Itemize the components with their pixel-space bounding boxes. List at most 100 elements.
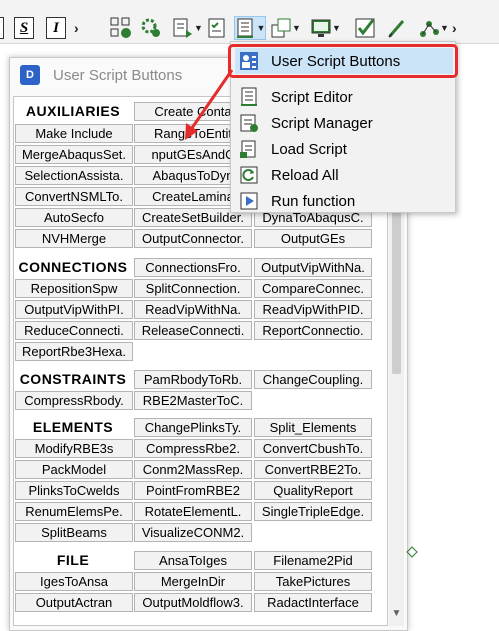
graph-nodes-icon	[418, 17, 440, 39]
menu-item-script-manager[interactable]: Script Manager	[235, 110, 453, 136]
script-list-icon	[235, 17, 257, 39]
scroll-down-icon[interactable]: ▼	[389, 608, 404, 619]
script-button[interactable]: VisualizeCONM2.	[134, 523, 252, 542]
script-button[interactable]: PlinksToCwelds	[15, 481, 133, 500]
script-button[interactable]: SplitBeams	[15, 523, 133, 542]
italic-icon: I	[46, 17, 66, 39]
overflow-chevron-left[interactable]: ›	[74, 16, 79, 40]
script-button[interactable]: ConvertNSMLTo.	[15, 187, 133, 206]
script-button[interactable]: OutputVipWithNa.	[254, 258, 372, 277]
script-editor-icon	[239, 87, 259, 107]
menu-item-label: Reload All	[271, 166, 339, 184]
script-button[interactable]: OutputVipWithPI.	[15, 300, 133, 319]
script-button[interactable]: PamRbodyToRb.	[134, 370, 252, 389]
script-button[interactable]: SelectionAssista.	[15, 166, 133, 185]
script-button[interactable]: MergeAbaqusSet.	[15, 145, 133, 164]
menu-item-label: Run function	[271, 192, 356, 210]
script-button[interactable]: OutputConnector.	[134, 229, 252, 248]
script-button[interactable]: Split_Elements	[254, 418, 372, 437]
chevron-down-icon[interactable]: ▼	[194, 23, 203, 33]
script-button[interactable]: TakePictures	[254, 572, 372, 591]
script-button[interactable]: OutputGEs	[254, 229, 372, 248]
script-button[interactable]: Filename2Pid	[254, 551, 372, 570]
script-button[interactable]: MergeInDir	[134, 572, 252, 591]
section-header-file: FILE	[56, 552, 90, 568]
overflow-chevron-icon: ›	[74, 20, 79, 36]
script-button[interactable]: RotateElementL.	[134, 502, 252, 521]
highlight-annotation-box	[228, 44, 458, 78]
script-button[interactable]: ConnectionsFro.	[134, 258, 252, 277]
script-button[interactable]: ConvertRBE2To.	[254, 460, 372, 479]
script-button[interactable]: RadactInterface	[254, 593, 372, 612]
chevron-down-icon[interactable]: ▼	[292, 23, 301, 33]
strikethrough-format-button[interactable]: S	[14, 16, 34, 40]
menu-item-load-script[interactable]: Load Script	[235, 136, 453, 162]
window-stack-button[interactable]: ▼	[270, 16, 301, 40]
app-logo-icon: D	[20, 65, 40, 85]
script-button[interactable]: NVHMerge	[15, 229, 133, 248]
script-button[interactable]: RBE2MasterToC.	[134, 391, 252, 410]
bold-box-icon[interactable]	[0, 16, 4, 40]
checklist-icon	[206, 17, 228, 39]
script-button[interactable]: Conm2MassRep.	[134, 460, 252, 479]
process-grid-button[interactable]	[110, 16, 132, 40]
script-button[interactable]: SingleTripleEdge.	[254, 502, 372, 521]
chevron-down-icon: ▼	[256, 23, 266, 33]
process-grid-icon	[110, 17, 132, 39]
menu-item-run-function[interactable]: Run function	[235, 188, 453, 214]
script-button[interactable]: Make Include	[15, 124, 133, 143]
italic-format-button[interactable]: I	[46, 16, 66, 40]
menu-item-label: Load Script	[271, 140, 347, 158]
toolbar: S I › ▼ ▼ ▼ ▼ ▼ ›	[0, 0, 499, 44]
script-button[interactable]: QualityReport	[254, 481, 372, 500]
reload-all-icon	[239, 165, 259, 185]
script-button[interactable]: ReportConnectio.	[254, 321, 372, 340]
menu-item-reload-all[interactable]: Reload All	[235, 162, 453, 188]
menu-item-label: Script Manager	[271, 114, 373, 132]
menu-item-script-editor[interactable]: Script Editor	[235, 84, 453, 110]
script-button[interactable]: RepositionSpw	[15, 279, 133, 298]
script-button[interactable]: OutputActran	[15, 593, 133, 612]
script-button[interactable]: IgesToAnsa	[15, 572, 133, 591]
script-button[interactable]: ReadVipWithPID.	[254, 300, 372, 319]
script-button[interactable]: PackModel	[15, 460, 133, 479]
script-button[interactable]: ModifyRBE3s	[15, 439, 133, 458]
script-button[interactable]: AnsaToIges	[134, 551, 252, 570]
pen-icon	[386, 17, 408, 39]
script-button[interactable]: ReportRbe3Hexa.	[15, 342, 133, 361]
section-header-connections: CONNECTIONS	[18, 259, 128, 275]
script-button[interactable]: PointFromRBE2	[134, 481, 252, 500]
chevron-down-icon[interactable]: ▼	[332, 23, 341, 33]
overflow-chevron-icon: ›	[452, 20, 457, 36]
pen-button[interactable]	[386, 16, 408, 40]
script-menu-button[interactable]: ▼	[234, 16, 266, 40]
settings-gears-button[interactable]	[141, 16, 163, 40]
script-button[interactable]: CompressRbe2.	[134, 439, 252, 458]
menu-item-label: Script Editor	[271, 88, 353, 106]
strikethrough-icon: S	[14, 17, 34, 39]
script-button[interactable]: RenumElemsPe.	[15, 502, 133, 521]
script-manager-icon	[239, 113, 259, 133]
script-button[interactable]: OutputMoldflow3.	[134, 593, 252, 612]
document-arrow-button[interactable]: ▼	[172, 16, 203, 40]
script-button[interactable]: ConvertCbushTo.	[254, 439, 372, 458]
script-button[interactable]: ChangeCoupling.	[254, 370, 372, 389]
script-button[interactable]: SplitConnection.	[134, 279, 252, 298]
overflow-chevron-right[interactable]: ›	[452, 16, 457, 40]
settings-gears-icon	[141, 17, 163, 39]
script-button[interactable]: ReleaseConnecti.	[134, 321, 252, 340]
chevron-down-icon[interactable]: ▼	[440, 23, 449, 33]
dialog-title: User Script Buttons	[53, 66, 183, 84]
script-button[interactable]: AutoSecfo	[15, 208, 133, 227]
checkmark-button[interactable]	[354, 16, 376, 40]
monitor-button[interactable]: ▼	[310, 16, 341, 40]
window-stack-icon	[270, 17, 292, 39]
script-button[interactable]: ChangePlinksTy.	[134, 418, 252, 437]
checklist-button[interactable]	[206, 16, 228, 40]
script-button[interactable]: ReadVipWithNa.	[134, 300, 252, 319]
script-button[interactable]: CompressRbody.	[15, 391, 133, 410]
script-button[interactable]: CompareConnec.	[254, 279, 372, 298]
load-script-icon	[239, 139, 259, 159]
graph-nodes-button[interactable]: ▼	[418, 16, 449, 40]
script-button[interactable]: ReduceConnecti.	[15, 321, 133, 340]
